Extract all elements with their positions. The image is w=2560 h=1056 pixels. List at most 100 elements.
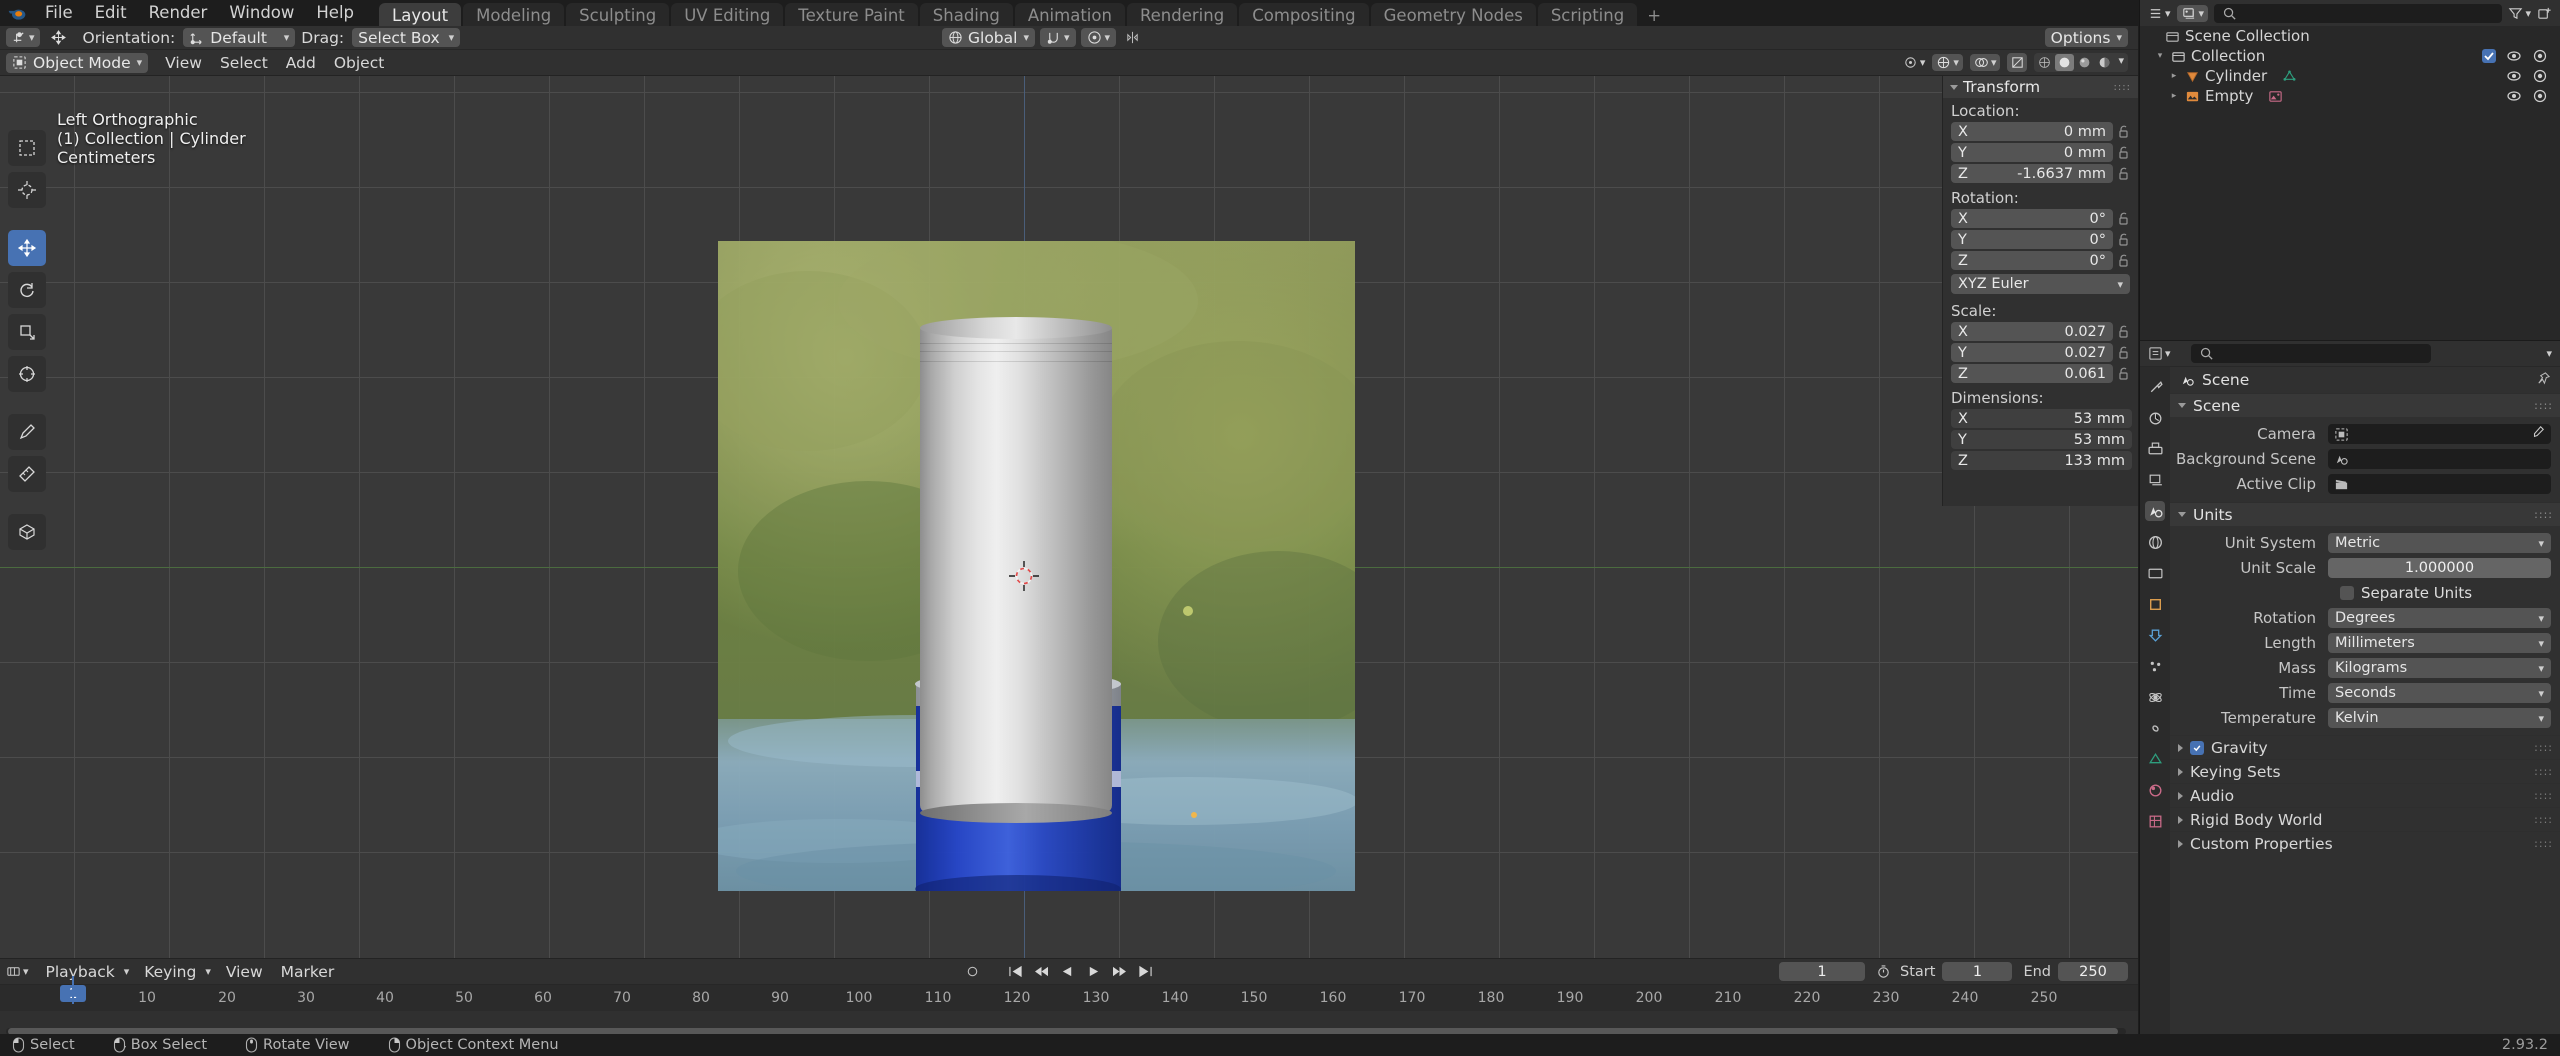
dimensions-y-field[interactable]: Y 53 mm: [1951, 430, 2132, 449]
properties-tab-constraints[interactable]: [2145, 718, 2165, 738]
transform-orientation-dropdown[interactable]: Global ▾: [942, 28, 1035, 47]
gravity-panel-header[interactable]: Gravity ::::: [2170, 735, 2560, 759]
tool-move[interactable]: [8, 230, 46, 266]
tab-geometry-nodes[interactable]: Geometry Nodes: [1370, 3, 1536, 26]
collection-exclude-checkbox[interactable]: [2482, 49, 2496, 63]
menu-window[interactable]: Window: [218, 0, 305, 26]
snap-target-dropdown[interactable]: ▾: [1039, 28, 1076, 47]
tab-animation[interactable]: Animation: [1014, 3, 1125, 26]
menu-render[interactable]: Render: [138, 0, 219, 26]
end-frame-field[interactable]: 250: [2058, 962, 2128, 981]
tool-transform[interactable]: [8, 356, 46, 392]
transform-panel-header[interactable]: Transform ::::: [1943, 76, 2138, 98]
tool-add-cube[interactable]: [8, 514, 46, 550]
properties-tab-texture[interactable]: [2145, 811, 2165, 831]
outliner-row-cylinder[interactable]: ▸ Cylinder: [2140, 66, 2560, 86]
drag-dropdown[interactable]: Select Box ▾: [352, 28, 461, 47]
expand-triangle-icon[interactable]: ▸: [2168, 71, 2180, 81]
play-button[interactable]: [1082, 962, 1104, 982]
length-units-dropdown[interactable]: Millimeters ▾: [2328, 633, 2551, 653]
viewport-canvas[interactable]: Left Orthographic (1) Collection | Cylin…: [0, 76, 2138, 958]
lock-icon[interactable]: [2116, 166, 2132, 182]
scene-panel-header[interactable]: Scene ::::: [2170, 393, 2560, 417]
tool-select-box[interactable]: [8, 130, 46, 166]
timeline-menu-marker[interactable]: Marker: [272, 961, 344, 983]
visibility-controls[interactable]: ▾: [1903, 55, 1925, 70]
scale-y-field[interactable]: Y 0.027: [1951, 343, 2113, 362]
properties-tab-modifier[interactable]: [2145, 625, 2165, 645]
properties-tab-collection-properties[interactable]: [2145, 563, 2165, 583]
properties-tab-physics[interactable]: [2145, 687, 2165, 707]
camera-field[interactable]: [2328, 424, 2551, 444]
active-clip-field[interactable]: [2328, 474, 2551, 494]
properties-tab-view-layer[interactable]: [2145, 470, 2165, 490]
cylinder-visibility-icon[interactable]: [2506, 68, 2522, 84]
expand-triangle-icon[interactable]: ▸: [2168, 91, 2180, 101]
mass-units-dropdown[interactable]: Kilograms ▾: [2328, 658, 2551, 678]
tab-scripting[interactable]: Scripting: [1537, 3, 1638, 26]
location-x-field[interactable]: X 0 mm: [1951, 122, 2113, 141]
mirror-options-icon[interactable]: [1121, 28, 1143, 47]
tab-texture-paint[interactable]: Texture Paint: [785, 3, 918, 26]
unit-system-dropdown[interactable]: Metric ▾: [2328, 533, 2551, 553]
tab-uv-editing[interactable]: UV Editing: [671, 3, 784, 26]
rigid-body-world-panel-header[interactable]: Rigid Body World ::::: [2170, 807, 2560, 831]
mesh-data-icon[interactable]: [2282, 69, 2297, 84]
previous-keyframe-button[interactable]: [1030, 962, 1052, 982]
overlays-toggle[interactable]: ▾: [1969, 54, 2001, 71]
dimensions-z-field[interactable]: Z 133 mm: [1951, 451, 2132, 470]
shading-material-button[interactable]: [2075, 54, 2094, 71]
start-frame-field[interactable]: 1: [1942, 962, 2013, 981]
lock-icon[interactable]: [2116, 124, 2132, 140]
properties-tab-scene[interactable]: [2145, 501, 2165, 521]
separate-units-checkbox[interactable]: [2340, 586, 2354, 600]
filter-dropdown[interactable]: ▾: [2508, 6, 2531, 21]
properties-tab-particles[interactable]: [2145, 656, 2165, 676]
editor-type-selector-outliner[interactable]: ▾: [2148, 6, 2171, 21]
tool-scale[interactable]: [8, 314, 46, 350]
location-z-field[interactable]: Z -1.6637 mm: [1951, 164, 2113, 183]
expand-triangle-icon[interactable]: ▾: [2154, 51, 2166, 61]
collection-render-icon[interactable]: [2532, 48, 2548, 64]
rotation-units-dropdown[interactable]: Degrees ▾: [2328, 608, 2551, 628]
keying-sets-panel-header[interactable]: Keying Sets ::::: [2170, 759, 2560, 783]
lock-icon[interactable]: [2116, 211, 2132, 227]
properties-tab-object-data[interactable]: [2145, 749, 2165, 769]
outliner-row-scene-collection[interactable]: Scene Collection: [2140, 26, 2560, 46]
display-mode-dropdown[interactable]: ▾: [2176, 4, 2209, 22]
properties-tab-render[interactable]: [2145, 408, 2165, 428]
editor-type-selector[interactable]: ▾: [6, 964, 29, 979]
editor-type-selector-properties[interactable]: ▾: [2148, 346, 2171, 361]
properties-search-input[interactable]: [2190, 344, 2431, 363]
timeline-menu-playback[interactable]: Playback: [37, 961, 124, 983]
unit-scale-field[interactable]: 1.000000: [2328, 558, 2551, 578]
options-dropdown[interactable]: Options ▾: [2044, 28, 2128, 47]
tab-layout[interactable]: Layout: [379, 3, 462, 26]
empty-render-icon[interactable]: [2532, 88, 2548, 104]
tab-shading[interactable]: Shading: [919, 3, 1013, 26]
shading-mode-group[interactable]: ▾: [2034, 53, 2128, 72]
empty-visibility-icon[interactable]: [2506, 88, 2522, 104]
viewport-menu-view[interactable]: View: [156, 52, 211, 74]
next-keyframe-button[interactable]: [1108, 962, 1130, 982]
menu-edit[interactable]: Edit: [84, 0, 138, 26]
move-tool-icon[interactable]: [46, 28, 71, 47]
xray-toggle[interactable]: [2007, 53, 2028, 72]
tool-annotate[interactable]: [8, 414, 46, 450]
auto-keying-icon[interactable]: [965, 964, 980, 979]
properties-tab-world[interactable]: [2145, 532, 2165, 552]
blender-logo[interactable]: [0, 0, 34, 26]
timeline-menu-view[interactable]: View: [217, 961, 272, 983]
timeline-ruler[interactable]: 1 10 20 30 40 50 60 70 80 90 100 110 120…: [0, 985, 2138, 1011]
interaction-mode-dropdown[interactable]: Object Mode ▾: [6, 52, 149, 73]
properties-tab-material[interactable]: [2145, 780, 2165, 800]
collection-visibility-icon[interactable]: [2506, 48, 2522, 64]
lock-icon[interactable]: [2116, 145, 2132, 161]
shading-solid-button[interactable]: [2055, 54, 2075, 71]
audio-panel-header[interactable]: Audio ::::: [2170, 783, 2560, 807]
properties-options-chevron[interactable]: ▾: [2546, 347, 2552, 360]
properties-tab-tool[interactable]: [2145, 377, 2165, 397]
tool-rotate[interactable]: [8, 272, 46, 308]
outliner-search-input[interactable]: [2214, 3, 2503, 23]
outliner-row-empty[interactable]: ▸ Empty: [2140, 86, 2560, 106]
